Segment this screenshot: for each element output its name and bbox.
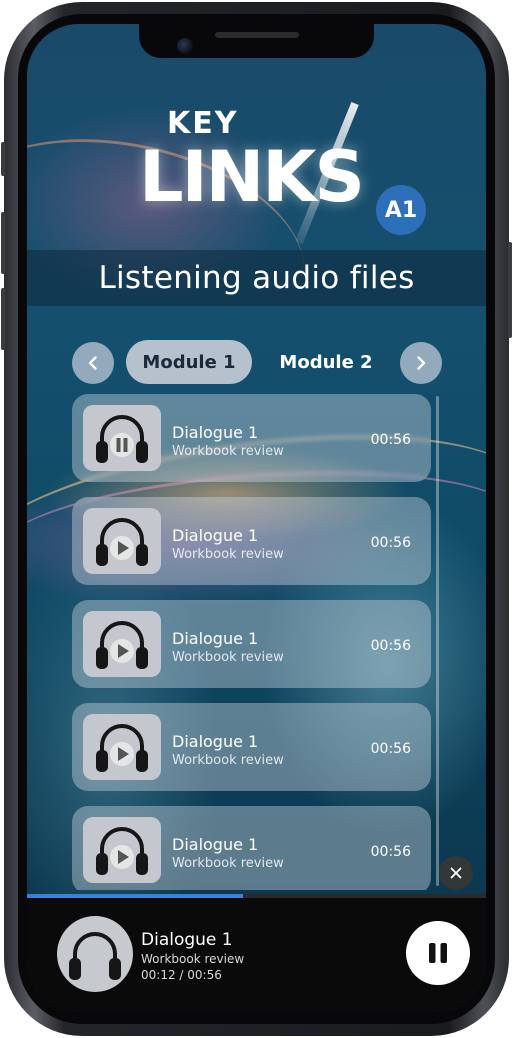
- track-thumbnail[interactable]: [83, 405, 161, 471]
- module-nav: Module 1 Module 2: [27, 340, 486, 386]
- headphones-icon: [96, 518, 148, 566]
- side-button: [1, 142, 5, 176]
- chevron-right-icon: [417, 356, 426, 370]
- track-duration: 00:56: [370, 741, 411, 757]
- track-title: Dialogue 1: [172, 629, 259, 648]
- track-title: Dialogue 1: [172, 732, 259, 751]
- pause-icon: [429, 943, 447, 963]
- progress-fill: [27, 894, 243, 898]
- track-thumbnail[interactable]: [83, 714, 161, 780]
- track-subtitle: Workbook review: [172, 650, 284, 665]
- track-duration: 00:56: [370, 638, 411, 654]
- headphones-icon: [96, 415, 148, 463]
- track-thumbnail[interactable]: [83, 611, 161, 677]
- tab-label: Module 1: [142, 351, 236, 373]
- track-list[interactable]: Dialogue 1 Workbook review 00:56 Dialogu…: [72, 394, 431, 890]
- player-subtitle: Workbook review: [141, 952, 245, 966]
- tab-module-1[interactable]: Module 1: [126, 340, 252, 384]
- track-subtitle: Workbook review: [172, 444, 284, 459]
- list-scrollbar[interactable]: [436, 396, 439, 886]
- mini-player: Dialogue 1 Workbook review 00:12 / 00:56: [27, 894, 486, 1012]
- notch: [139, 24, 374, 58]
- volume-down-button: [1, 288, 5, 350]
- track-subtitle: Workbook review: [172, 753, 284, 768]
- front-camera: [177, 38, 193, 54]
- headphones-icon: [96, 827, 148, 875]
- next-module-button[interactable]: [400, 342, 442, 384]
- track-subtitle: Workbook review: [172, 856, 284, 871]
- track-row[interactable]: Dialogue 1 Workbook review 00:56: [72, 703, 431, 791]
- play-pause-button[interactable]: [406, 921, 470, 985]
- track-subtitle: Workbook review: [172, 547, 284, 562]
- track-duration: 00:56: [370, 535, 411, 551]
- track-duration: 00:56: [370, 844, 411, 860]
- chevron-left-icon: [88, 356, 97, 370]
- level-badge: A1: [376, 185, 426, 235]
- track-thumbnail[interactable]: [83, 817, 161, 883]
- progress-bar[interactable]: [27, 894, 486, 898]
- headphones-icon: [69, 932, 121, 980]
- tab-label: Module 2: [279, 351, 373, 373]
- title-band: Listening audio files: [27, 250, 486, 306]
- track-title: Dialogue 1: [172, 423, 259, 442]
- track-duration: 00:56: [370, 432, 411, 448]
- track-row[interactable]: Dialogue 1 Workbook review 00:56: [72, 600, 431, 688]
- track-row[interactable]: Dialogue 1 Workbook review 00:56: [72, 497, 431, 585]
- track-title: Dialogue 1: [172, 835, 259, 854]
- track-row[interactable]: Dialogue 1 Workbook review 00:56: [72, 806, 431, 890]
- headphones-icon: [96, 621, 148, 669]
- power-button: [508, 242, 512, 338]
- prev-module-button[interactable]: [72, 342, 114, 384]
- player-time: 00:12 / 00:56: [141, 968, 222, 982]
- close-player-button[interactable]: [439, 856, 473, 890]
- page-title: Listening audio files: [98, 260, 415, 296]
- volume-up-button: [1, 212, 5, 274]
- player-artwork: [57, 916, 133, 992]
- speaker: [215, 32, 299, 38]
- track-row[interactable]: Dialogue 1 Workbook review 00:56: [72, 394, 431, 482]
- player-title: Dialogue 1: [141, 930, 233, 950]
- screen: KEY LINKS A1 Listening audio files Modul…: [27, 24, 486, 1012]
- track-title: Dialogue 1: [172, 526, 259, 545]
- app-logo: KEY LINKS A1: [27, 76, 486, 266]
- headphones-icon: [96, 724, 148, 772]
- track-thumbnail[interactable]: [83, 508, 161, 574]
- tab-module-2[interactable]: Module 2: [263, 340, 389, 384]
- close-icon: [450, 867, 462, 879]
